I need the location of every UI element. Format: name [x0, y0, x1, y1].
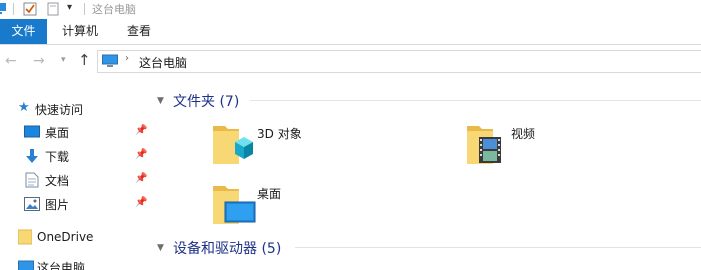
sidebar-item-desktop[interactable]: 桌面 📌 [0, 121, 150, 145]
tab-view[interactable]: 查看 [127, 19, 151, 44]
breadcrumb-chevron-icon[interactable]: › [125, 53, 129, 64]
download-icon [24, 148, 40, 164]
qat-dropdown-icon[interactable]: ▾ [67, 2, 72, 13]
folder-item-3d-objects[interactable]: 3D 对象 [205, 118, 345, 168]
computer-icon [102, 54, 118, 68]
group-header-folders[interactable]: 文件夹 (7) [173, 91, 239, 111]
group-divider [250, 100, 701, 101]
folder-label: 3D 对象 [257, 127, 302, 141]
pin-icon[interactable]: 📌 [135, 173, 147, 184]
qat-separator [13, 3, 14, 15]
sidebar-item-this-pc[interactable]: 这台电脑 [0, 256, 150, 270]
pin-icon[interactable]: 📌 [135, 125, 147, 136]
folder-label: 桌面 [257, 187, 282, 201]
sidebar-item-onedrive[interactable]: OneDrive [0, 226, 150, 250]
sidebar-item-label: 下载 [45, 150, 70, 164]
up-icon[interactable]: ↑ [78, 51, 91, 69]
videos-folder-icon [465, 120, 509, 166]
tab-file[interactable]: 文件 [0, 19, 47, 44]
ribbon-bar [0, 19, 701, 45]
window-title: 这台电脑 [92, 3, 136, 16]
folder-label: 视频 [511, 127, 536, 141]
computer-icon [18, 260, 34, 270]
title-separator [84, 3, 85, 15]
sidebar-item-label: OneDrive [37, 230, 94, 244]
pin-icon[interactable]: 📌 [135, 149, 147, 160]
quick-access-star-icon: ★ [18, 100, 30, 115]
tab-computer[interactable]: 计算机 [62, 19, 98, 44]
sidebar-item-label: 文档 [45, 174, 70, 188]
breadcrumb-this-pc[interactable]: 这台电脑 [139, 54, 187, 71]
sidebar-item-label: 桌面 [45, 126, 70, 140]
forward-icon[interactable]: → [33, 53, 45, 69]
document-icon [25, 172, 39, 188]
quick-access-label[interactable]: 快速访问 [35, 101, 83, 118]
group-collapse-icon[interactable]: ▼ [157, 96, 164, 106]
folder-item-desktop[interactable]: 桌面 [205, 178, 345, 228]
new-folder-icon[interactable] [47, 2, 59, 16]
sidebar-item-documents[interactable]: 文档 📌 [0, 169, 150, 193]
sidebar-item-downloads[interactable]: 下载 📌 [0, 145, 150, 169]
folder-item-videos[interactable]: 视频 [459, 118, 599, 168]
desktop-icon [24, 125, 40, 139]
properties-icon[interactable] [23, 2, 37, 16]
back-icon[interactable]: ← [5, 53, 17, 69]
onedrive-folder-icon [17, 229, 33, 245]
desktop-folder-icon [211, 180, 257, 226]
group-header-devices[interactable]: 设备和驱动器 (5) [173, 238, 281, 258]
sidebar-item-label: 图片 [45, 198, 70, 212]
3d-objects-folder-icon [211, 120, 255, 166]
window-icon[interactable] [0, 2, 6, 14]
address-bar[interactable] [97, 50, 701, 73]
group-divider [295, 247, 701, 248]
sidebar-item-pictures[interactable]: 图片 📌 [0, 193, 150, 217]
sidebar-item-label: 这台电脑 [37, 261, 86, 270]
recent-locations-icon[interactable]: ▾ [61, 55, 66, 65]
group-collapse-icon[interactable]: ▼ [157, 243, 164, 253]
pin-icon[interactable]: 📌 [135, 197, 147, 208]
pictures-icon [24, 197, 40, 211]
